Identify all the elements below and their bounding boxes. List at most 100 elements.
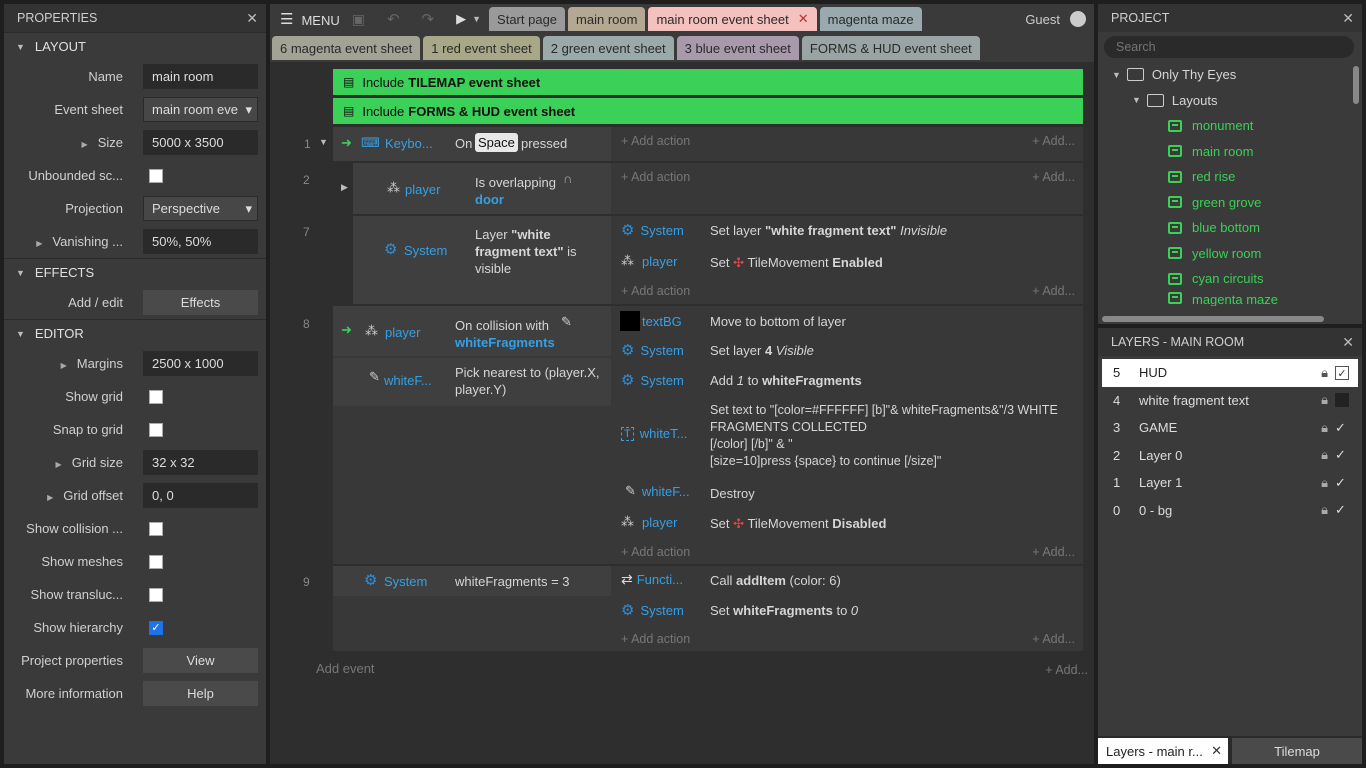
visible-checkbox[interactable]: ✓ (1335, 420, 1349, 435)
chevron-down-icon[interactable]: ▼ (472, 14, 481, 24)
action-text[interactable]: Set ✣ TileMovement Disabled (710, 516, 886, 532)
help-button[interactable]: Help (143, 681, 258, 706)
layer-row[interactable]: 1 Layer 1 🔒︎ ✓ (1098, 469, 1362, 497)
tree-root[interactable]: ▼ Only Thy Eyes (1112, 62, 1362, 88)
action-text[interactable]: Set ✣ TileMovement Enabled (710, 255, 883, 271)
grid-size-field[interactable]: 32 x 32 (143, 450, 258, 475)
tab-start-page[interactable]: Start page (489, 7, 566, 31)
close-icon[interactable]: ✕ (1342, 10, 1354, 27)
action-object[interactable]: ⇄ Functi... (621, 571, 683, 588)
effects-button[interactable]: Effects (143, 290, 258, 315)
tree-item-layout[interactable]: monument (1112, 113, 1362, 139)
tree-layouts[interactable]: ▼ Layouts (1112, 88, 1362, 114)
add-action-button[interactable]: + Add action (621, 170, 690, 184)
tab-forms-hud-event-sheet[interactable]: FORMS & HUD event sheet (801, 36, 980, 60)
include-forms-hud[interactable]: ▤ Include FORMS & HUD event sheet (333, 98, 1083, 124)
visible-checkbox[interactable]: ✓ (1335, 448, 1349, 462)
add-button[interactable]: + Add... (1045, 663, 1088, 677)
layer-row[interactable]: 5 HUD 🔒︎ ✓ (1102, 359, 1358, 387)
grid-offset-field[interactable]: 0, 0 (143, 483, 258, 508)
unbounded-checkbox[interactable] (149, 168, 163, 183)
prop-label[interactable]: ▶ Size (4, 135, 132, 150)
action-object[interactable]: ⁂ player (621, 514, 677, 530)
tab-main-room-event-sheet[interactable]: main room event sheet ✕ (648, 7, 817, 31)
lock-icon[interactable]: 🔒︎ (1321, 447, 1328, 463)
save-icon[interactable]: ▣ (352, 11, 365, 28)
play-icon[interactable]: ▶ (456, 11, 466, 27)
event-8-condition[interactable]: ➜ ⁂ player On collision with ✎ whiteFrag… (333, 306, 611, 356)
tab-magenta-maze[interactable]: magenta maze (819, 7, 922, 31)
add-action-button[interactable]: + Add action (621, 545, 690, 559)
tree-item-layout[interactable]: red rise (1112, 164, 1362, 190)
action-object[interactable]: ⚙ System (621, 341, 684, 359)
prop-label[interactable]: ▶ Vanishing ... (4, 234, 132, 249)
prop-label[interactable]: ▶ Grid offset (4, 488, 132, 503)
event-2-condition[interactable]: ⁂ player Is overlapping ∩ door (353, 163, 611, 214)
tree-item-layout[interactable]: blue bottom (1112, 215, 1362, 241)
tree-item-layout[interactable]: cyan circuits (1112, 266, 1362, 292)
meshes-checkbox[interactable] (149, 554, 163, 569)
collision-checkbox[interactable] (149, 521, 163, 536)
search-input[interactable] (1104, 36, 1354, 58)
add-button[interactable]: + Add... (1032, 545, 1075, 559)
action-object[interactable]: ⚙ System (621, 371, 684, 389)
close-icon[interactable]: ✕ (798, 11, 809, 27)
action-object[interactable]: ⚙ System (621, 221, 684, 239)
translucent-checkbox[interactable] (149, 587, 163, 602)
action-text[interactable]: Move to bottom of layer (710, 314, 846, 329)
add-event-button[interactable]: Add event (316, 661, 375, 676)
visible-checkbox[interactable]: ✓ (1335, 503, 1349, 517)
event-9-condition[interactable]: ⚙ System whiteFragments = 3 (333, 566, 611, 596)
projection-select[interactable]: Perspective (143, 196, 258, 221)
prop-label[interactable]: ▶ Grid size (4, 455, 132, 470)
action-text[interactable]: Set layer 4 Visible (710, 343, 814, 358)
action-object[interactable]: ⁂ player (621, 253, 677, 269)
tab-magenta-event-sheet[interactable]: 6 magenta event sheet (272, 36, 421, 60)
add-action-button[interactable]: + Add action (621, 284, 690, 298)
redo-icon[interactable]: ↷ (422, 10, 435, 28)
layer-row[interactable]: 0 0 - bg 🔒︎ ✓ (1098, 497, 1362, 525)
add-button[interactable]: + Add... (1032, 284, 1075, 298)
tab-layers[interactable]: Layers - main r... ✕ (1098, 738, 1228, 764)
lock-icon[interactable]: 🔒︎ (1321, 420, 1328, 436)
tab-tilemap[interactable]: Tilemap (1232, 738, 1362, 764)
action-object[interactable]: TwhiteT... (621, 426, 687, 441)
visible-checkbox[interactable]: ✓ (1335, 365, 1349, 380)
lock-icon[interactable]: 🔒︎ (1321, 392, 1328, 408)
close-icon[interactable]: ✕ (246, 10, 258, 27)
visible-checkbox[interactable] (1335, 393, 1349, 408)
event-sheet-select[interactable]: main room eve (143, 97, 258, 122)
add-action-button[interactable]: + Add action (621, 134, 690, 148)
layer-row[interactable]: 3 GAME 🔒︎ ✓ (1098, 414, 1362, 442)
event-8-condition-2[interactable]: ✎ whiteF... Pick nearest to (player.X, p… (333, 358, 611, 406)
add-button[interactable]: + Add... (1032, 632, 1075, 646)
add-action-button[interactable]: + Add action (621, 632, 690, 646)
action-text[interactable]: Set whiteFragments to 0 (710, 603, 858, 618)
menu-button[interactable]: MENU (301, 13, 339, 28)
menu-icon[interactable]: ☰ (280, 10, 293, 28)
collapse-icon[interactable]: ▼ (319, 137, 328, 147)
event-7-condition[interactable]: ⚙ System Layer "white fragment text" is … (353, 216, 611, 304)
effects-section[interactable]: ▼ EFFECTS (4, 258, 266, 286)
action-text[interactable]: Destroy (710, 486, 755, 501)
layer-row[interactable]: 4 white fragment text 🔒︎ (1098, 387, 1362, 415)
include-tilemap[interactable]: ▤ Include TILEMAP event sheet (333, 69, 1083, 95)
margins-field[interactable]: 2500 x 1000 (143, 351, 258, 376)
action-text[interactable]: Add 1 to whiteFragments (710, 373, 862, 388)
close-icon[interactable]: ✕ (1342, 334, 1354, 351)
tree-item-layout[interactable]: green grove (1112, 190, 1362, 216)
tree-item-layout[interactable]: main room (1112, 139, 1362, 165)
action-object[interactable]: ✎ whiteF... (625, 483, 690, 499)
guest-label[interactable]: Guest (1025, 12, 1060, 27)
vanishing-field[interactable]: 50%, 50% (143, 229, 258, 254)
editor-section[interactable]: ▼ EDITOR (4, 319, 266, 347)
action-text[interactable]: Set layer "white fragment text" Invisibl… (710, 223, 947, 238)
scrollbar-vertical[interactable] (1353, 66, 1359, 104)
prop-label[interactable]: ▶ Margins (4, 356, 132, 371)
view-button[interactable]: View (143, 648, 258, 673)
tab-green-event-sheet[interactable]: 2 green event sheet (542, 36, 674, 60)
snap-checkbox[interactable] (149, 422, 163, 437)
close-icon[interactable]: ✕ (1211, 743, 1222, 759)
add-button[interactable]: + Add... (1032, 134, 1075, 148)
action-object[interactable]: textBG (620, 311, 682, 331)
